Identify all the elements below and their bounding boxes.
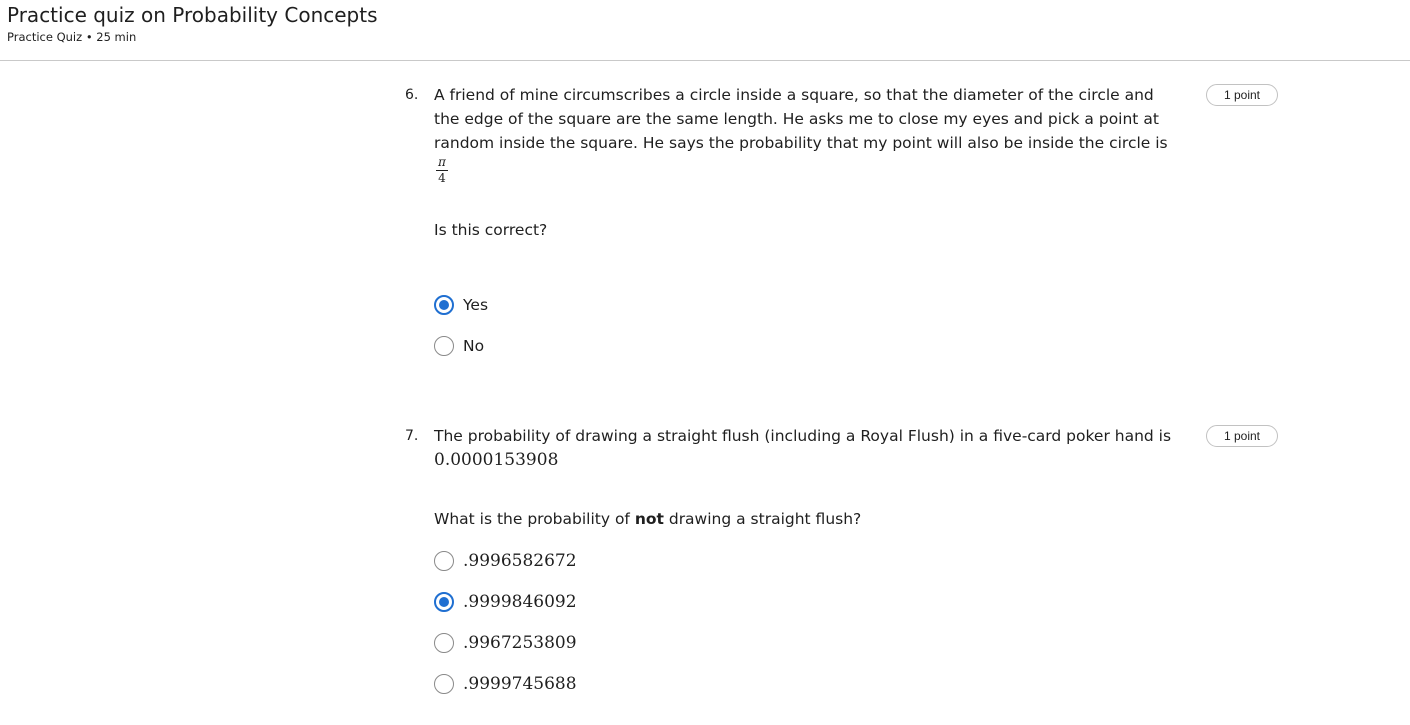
option-4[interactable]: .9999745688 [434,673,577,695]
option-label: .9999745688 [463,674,577,694]
radio-button-selected[interactable] [434,295,454,315]
fraction-numerator: π [438,155,446,169]
pi-over-4-fraction: π 4 [435,156,449,185]
question-text: The probability of drawing a straight fl… [434,424,1174,472]
question-text-line: the edge of the square are the same leng… [434,110,1159,128]
radio-button[interactable] [434,674,454,694]
option-no[interactable]: No [434,335,484,357]
quiz-header: Practice quiz on Probability Concepts Pr… [0,0,1410,61]
page-title: Practice quiz on Probability Concepts [7,3,378,27]
option-label: .9996582672 [463,551,577,571]
radio-button-selected[interactable] [434,592,454,612]
fraction-denominator: 4 [438,171,446,185]
question-text-line: random inside the square. He says the pr… [434,134,1168,152]
question-prompt: What is the probability of not drawing a… [434,510,861,528]
radio-button[interactable] [434,633,454,653]
question-text: A friend of mine circumscribes a circle … [434,83,1174,155]
points-badge: 1 point [1206,425,1278,447]
prompt-text: What is the probability of [434,510,635,528]
option-label: Yes [463,296,489,314]
question-prompt: Is this correct? [434,221,548,239]
quiz-meta: Practice Quiz • 25 min [7,30,137,44]
option-label: No [463,337,485,355]
radio-button[interactable] [434,336,454,356]
question-number: 7. [405,428,419,444]
option-label: .9967253809 [463,633,577,653]
option-2[interactable]: .9999846092 [434,591,577,613]
question-text-line: The probability of drawing a straight fl… [434,427,1172,445]
probability-value: 0.0000153908 [434,450,559,470]
prompt-text: drawing a straight flush? [663,510,862,528]
option-yes[interactable]: Yes [434,294,488,316]
question-text-line: A friend of mine circumscribes a circle … [434,86,1154,104]
prompt-emphasis: not [634,510,664,528]
option-label: .9999846092 [463,592,577,612]
radio-button[interactable] [434,551,454,571]
question-number: 6. [405,87,419,103]
option-3[interactable]: .9967253809 [434,632,577,654]
points-badge: 1 point [1206,84,1278,106]
option-1[interactable]: .9996582672 [434,550,577,572]
